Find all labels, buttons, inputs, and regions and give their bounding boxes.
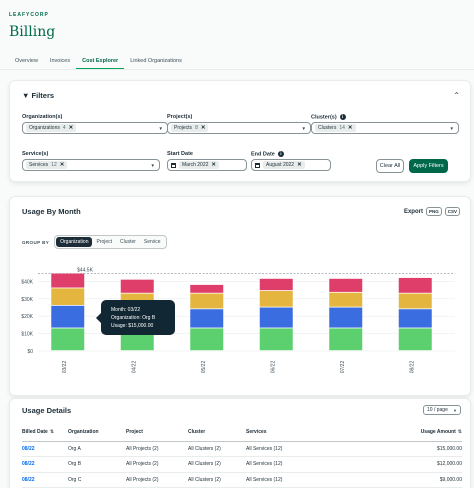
services-cell: All Services (12) — [246, 472, 366, 488]
bar-segment — [259, 307, 293, 328]
bar-segment — [190, 284, 224, 293]
bar-segment — [259, 290, 293, 307]
y-tick-label: $0 — [27, 349, 33, 355]
column-cluster: Cluster — [188, 423, 246, 442]
tooltip-usage: Usage: $15,000.00 — [111, 323, 154, 329]
bar-segment — [398, 293, 432, 309]
usage-amount-cell: $15,000.00 — [366, 441, 462, 457]
table-row: 08/22 Org B All Projects (2) All Cluster… — [22, 456, 462, 473]
tooltip-month: Month: 03/22 — [111, 307, 141, 313]
column-billed-date-label: Billed Date — [22, 428, 48, 435]
services-cell: All Services (12) — [246, 456, 366, 473]
bar-segment — [190, 309, 224, 328]
cluster-cell: All Clusters (2) — [188, 441, 246, 457]
bar-segment — [190, 328, 224, 351]
sort-icon[interactable]: ⇅ — [458, 429, 462, 435]
table-header-row: Billed Date ⇅ Organization Project Cluste… — [22, 423, 462, 442]
sort-icon[interactable]: ⇅ — [50, 429, 54, 435]
x-tick-label: 05/22 — [201, 361, 207, 374]
x-tick-label: 08/22 — [409, 361, 415, 374]
y-tick-label: $20K — [21, 314, 33, 320]
column-usage-amount[interactable]: Usage Amount ⇅ — [366, 423, 462, 442]
x-tick-label: 04/22 — [131, 361, 137, 374]
x-tick-label: 06/22 — [270, 361, 276, 374]
bar-segment — [398, 277, 432, 293]
usage-amount-cell: $12,000.00 — [366, 456, 462, 473]
usage-details-table: Billed Date ⇅ Organization Project Cluste… — [22, 423, 462, 488]
table-row: 08/22 Org C All Projects (2) All Cluster… — [22, 472, 462, 488]
table-row: 08/22 Org A All Projects (2) All Cluster… — [22, 441, 462, 457]
billed-date-link[interactable]: 08/22 — [22, 472, 68, 488]
usage-details-title: Usage Details — [22, 406, 72, 415]
column-billed-date[interactable]: Billed Date ⇅ — [22, 423, 68, 442]
usage-amount-cell: $9,000.00 — [366, 472, 462, 488]
bar-segment — [120, 279, 154, 293]
billed-date-link[interactable]: 08/22 — [22, 441, 68, 457]
bar-segment — [329, 292, 363, 307]
bar-segment — [51, 305, 85, 328]
x-tick-label: 03/22 — [62, 361, 68, 374]
bar-segment — [398, 309, 432, 328]
organization-cell: Org A — [68, 441, 126, 457]
bar-segment — [329, 278, 363, 292]
project-cell: All Projects (2) — [126, 456, 188, 473]
column-organization: Organization — [68, 423, 126, 442]
y-tick-label: $10K — [21, 332, 33, 338]
bar-segment — [329, 328, 363, 351]
organization-cell: Org C — [68, 472, 126, 488]
per-page-value: 10 / page — [427, 407, 448, 413]
bar-segment — [51, 273, 85, 288]
bar-segment — [259, 278, 293, 291]
bar-segment — [329, 307, 363, 328]
per-page-select[interactable]: 10 / page ▼ — [423, 405, 461, 415]
cluster-cell: All Clusters (2) — [188, 456, 246, 473]
bar-segment — [398, 328, 432, 351]
billed-date-link[interactable]: 08/22 — [22, 456, 68, 473]
x-tick-label: 07/22 — [340, 361, 346, 374]
bar-segment — [190, 293, 224, 309]
usage-bar-chart: $0 $10K $20K $30K $40K $44.5K 03/22 04/22 05/22 0… — [21, 268, 455, 374]
reference-line-label: $44.5K — [77, 268, 94, 274]
y-tick-label: $40K — [21, 279, 33, 285]
project-cell: All Projects (2) — [126, 472, 188, 488]
column-project: Project — [126, 423, 188, 442]
bar-segment — [51, 328, 85, 351]
usage-details-panel: Usage Details 10 / page ▼ Billed Date ⇅ Or… — [9, 398, 471, 488]
y-tick-label: $30K — [21, 297, 33, 303]
column-usage-amount-label: Usage Amount — [420, 428, 456, 435]
chevron-down-icon: ▼ — [453, 408, 457, 413]
project-cell: All Projects (2) — [126, 441, 188, 457]
cluster-cell: All Clusters (2) — [188, 472, 246, 488]
column-services: Services — [246, 423, 366, 442]
bar-segment — [259, 328, 293, 351]
chart-tooltip: Month: 03/22 Organization: Org B Usage: … — [96, 300, 175, 335]
services-cell: All Services (12) — [246, 441, 366, 457]
tooltip-organization: Organization: Org B — [111, 315, 156, 321]
organization-cell: Org B — [68, 456, 126, 473]
bar-segment — [51, 288, 85, 305]
